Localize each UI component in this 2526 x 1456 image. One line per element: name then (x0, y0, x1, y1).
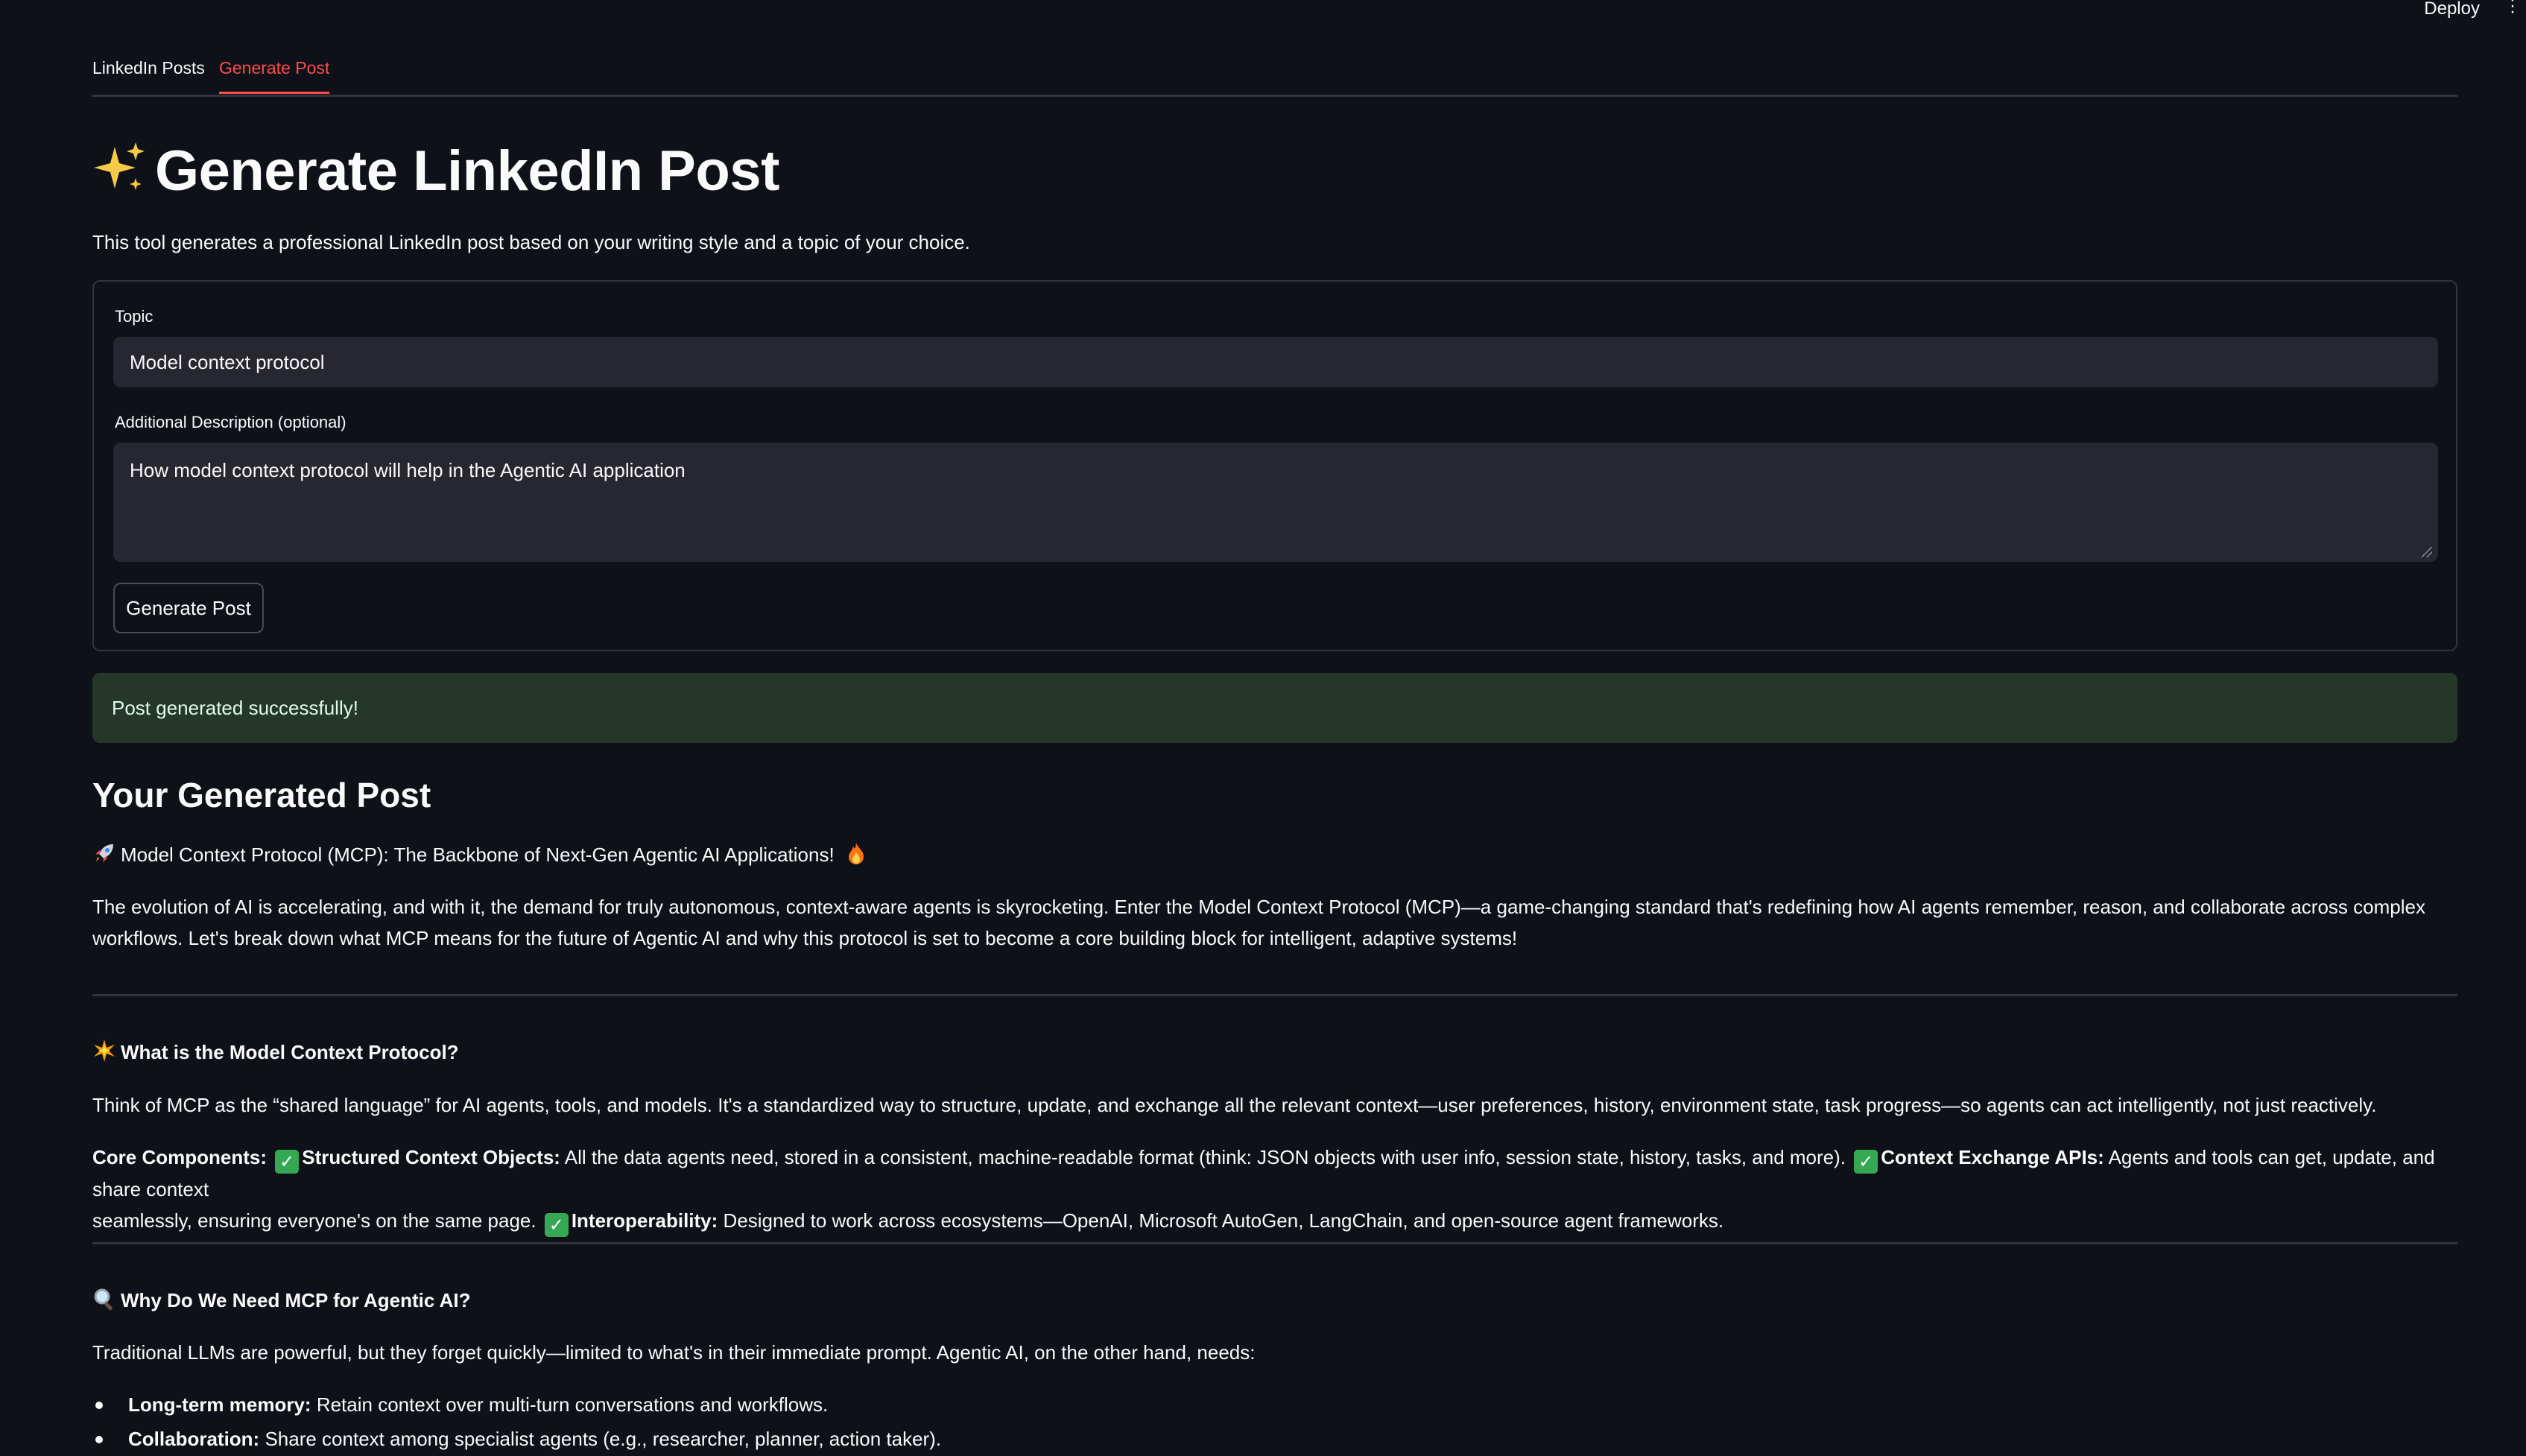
check-mark-icon: ✓ (1854, 1150, 1878, 1174)
generate-post-button[interactable]: Generate Post (113, 583, 264, 633)
post-title: Model Context Protocol (MCP): The Backbo… (92, 839, 2457, 870)
section-why-mcp-title: Why Do We Need MCP for Agentic AI? (92, 1287, 470, 1312)
section-why-mcp-text: Why Do We Need MCP for Agentic AI? (121, 1289, 471, 1311)
needs-list: Long-term memory: Retain context over mu… (92, 1387, 941, 1456)
topic-label: Topic (115, 307, 153, 326)
description-textarea[interactable]: How model context protocol will help in … (113, 443, 2438, 562)
component-1-label: Structured Context Objects: (302, 1146, 560, 1168)
sparkles-icon (94, 142, 145, 190)
magnifying-glass-icon (94, 1288, 113, 1311)
check-mark-icon: ✓ (275, 1150, 300, 1174)
component-2-text-line-2: seamlessly, ensuring everyone's on the s… (92, 1209, 536, 1232)
resize-handle-icon[interactable] (2422, 547, 2432, 557)
section-why-mcp-body: Traditional LLMs are powerful, but they … (92, 1341, 1256, 1364)
component-1-text: All the data agents need, stored in a co… (564, 1146, 1846, 1168)
component-2-label: Context Exchange APIs: (1881, 1146, 2104, 1168)
post-intro-line-2: workflows. Let's break down what MCP mea… (92, 927, 1518, 949)
section-what-is-mcp-text: What is the Model Context Protocol? (121, 1041, 459, 1063)
tab-linkedin-posts[interactable]: LinkedIn Posts (92, 58, 205, 92)
post-title-text: Model Context Protocol (MCP): The Backbo… (121, 843, 835, 866)
page-title-text: Generate LinkedIn Post (155, 139, 779, 203)
list-item: Collaboration: Share context among speci… (92, 1422, 941, 1456)
component-3-label: Interoperability: (571, 1209, 718, 1232)
top-bar: Deploy ··· (0, 0, 2526, 22)
list-item: Long-term memory: Retain context over mu… (92, 1387, 941, 1422)
divider (92, 1242, 2457, 1244)
section-what-is-mcp-title: What is the Model Context Protocol? (92, 1039, 459, 1064)
core-components-paragraph: Core Components: ✓ Structured Context Obj… (92, 1142, 2457, 1237)
list-item-text: Retain context over multi-turn conversat… (316, 1393, 829, 1416)
rocket-icon (95, 844, 113, 862)
list-item-label: Long-term memory: (128, 1393, 311, 1416)
divider (92, 994, 2457, 996)
component-3-text: Designed to work across ecosystems—OpenA… (723, 1209, 1724, 1232)
post-intro-line-1: The evolution of AI is accelerating, and… (92, 896, 2425, 918)
success-alert: Post generated successfully! (92, 673, 2457, 743)
tab-generate-post[interactable]: Generate Post (219, 58, 330, 94)
section-what-is-mcp-body: Think of MCP as the “shared language” fo… (92, 1094, 2377, 1116)
deploy-button[interactable]: Deploy (2424, 0, 2480, 19)
post-form: Topic Model context protocol Additional … (92, 280, 2457, 651)
post-intro: The evolution of AI is accelerating, and… (92, 891, 2457, 954)
page-subtitle: This tool generates a professional Linke… (92, 231, 970, 253)
fire-icon (848, 843, 864, 864)
page-title: Generate LinkedIn Post (92, 139, 779, 203)
generated-post-heading: Your Generated Post (92, 776, 431, 814)
core-components-label: Core Components: (92, 1146, 267, 1168)
description-label: Additional Description (optional) (115, 413, 346, 431)
glowing-star-icon (94, 1039, 115, 1062)
check-mark-icon: ✓ (544, 1213, 569, 1237)
topic-input[interactable]: Model context protocol (113, 337, 2438, 387)
more-options-icon[interactable]: ··· (2505, 0, 2520, 21)
tab-bar: LinkedIn Posts Generate Post (92, 49, 2457, 97)
